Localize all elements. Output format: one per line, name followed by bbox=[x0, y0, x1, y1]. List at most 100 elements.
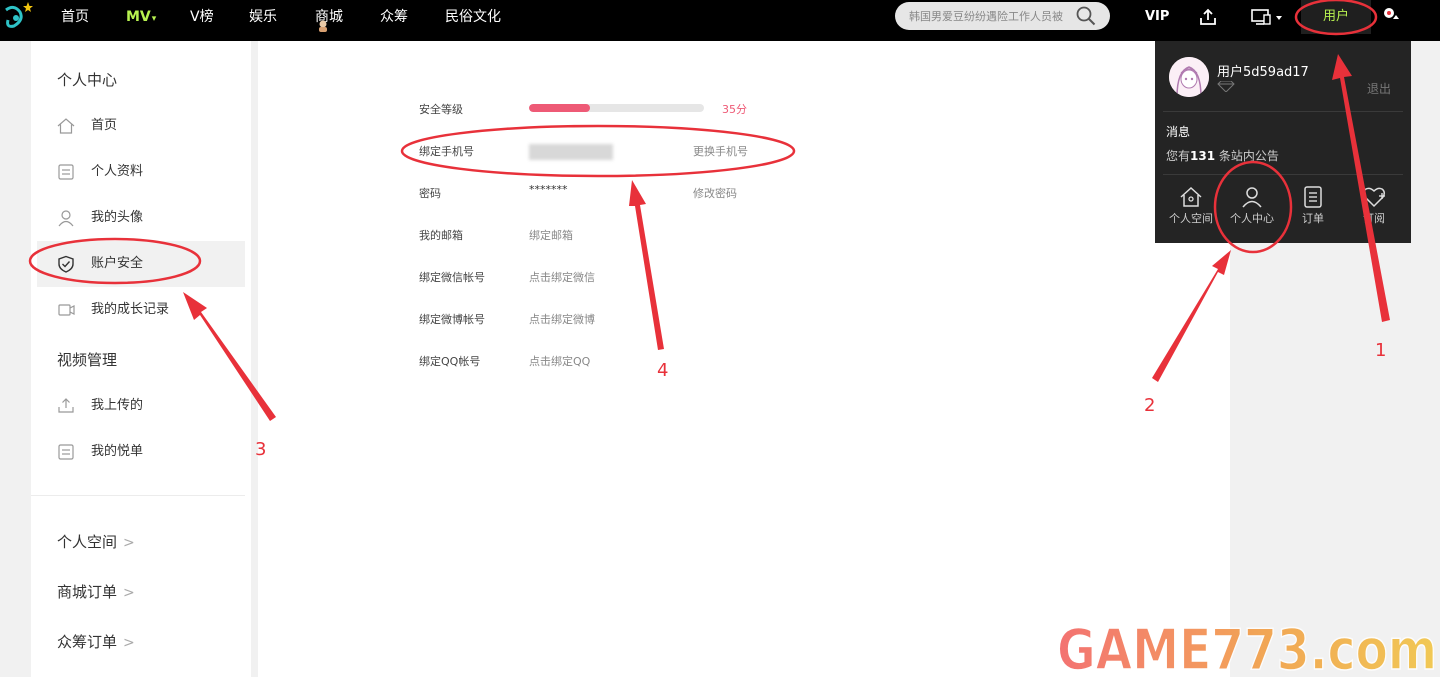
nav-crowdfunding-label: 众筹 bbox=[380, 9, 408, 25]
vip-button[interactable]: VIP bbox=[1145, 0, 1169, 34]
sidebar-item-label: 个人资料 bbox=[91, 164, 144, 179]
sidebar-item-label: 我的成长记录 bbox=[91, 302, 170, 317]
annotation-number-2: 2 bbox=[1144, 395, 1156, 416]
notification-icon[interactable] bbox=[1380, 4, 1402, 26]
sidebar-link-mall-orders[interactable]: 商城订单 > bbox=[57, 581, 135, 602]
sidebar-item-my-uploads[interactable]: 我上传的 bbox=[37, 383, 245, 429]
bind-qq-link[interactable]: 点击绑定QQ bbox=[529, 353, 590, 369]
security-level-bar bbox=[529, 104, 704, 112]
sidebar-item-my-playlists[interactable]: 我的悦单 bbox=[37, 429, 245, 475]
chevron-right-icon: > bbox=[123, 535, 135, 551]
panel-orders-button[interactable]: 订单 bbox=[1283, 183, 1343, 233]
avatar-icon bbox=[58, 210, 74, 227]
nav-folk-culture[interactable]: 民俗文化 bbox=[445, 0, 501, 34]
search-icon[interactable] bbox=[1075, 5, 1097, 27]
left-sidebar: 个人中心 首页 个人资料 我的头像 账户安全 我的成长记录 视频管理 我上传的 … bbox=[31, 41, 251, 677]
sidebar-item-label: 首页 bbox=[91, 118, 118, 133]
sidebar-item-account-security[interactable]: 账户安全 bbox=[37, 241, 245, 287]
avatar[interactable] bbox=[1169, 57, 1209, 97]
change-phone-link[interactable]: 更换手机号 bbox=[693, 143, 748, 159]
home-icon bbox=[57, 118, 75, 134]
nav-vchart-label: V榜 bbox=[190, 9, 214, 25]
email-label: 我的邮箱 bbox=[419, 229, 463, 242]
nav-home[interactable]: 首页 bbox=[61, 0, 89, 34]
sidebar-link-personal-space[interactable]: 个人空间 > bbox=[57, 531, 135, 552]
security-level-fill bbox=[529, 104, 591, 112]
phone-label: 绑定手机号 bbox=[419, 145, 474, 158]
security-level-label: 安全等级 bbox=[419, 103, 463, 116]
bind-weibo-link[interactable]: 点击绑定微博 bbox=[529, 311, 595, 327]
change-password-link[interactable]: 修改密码 bbox=[693, 185, 737, 201]
panel-personal-center-button[interactable]: 个人中心 bbox=[1222, 183, 1282, 233]
sidebar-divider bbox=[31, 495, 245, 496]
sidebar-item-growth[interactable]: 我的成长记录 bbox=[37, 287, 245, 333]
sidebar-link-label: 个人空间 bbox=[57, 533, 118, 551]
upload-icon[interactable] bbox=[1198, 7, 1218, 27]
password-label: 密码 bbox=[419, 187, 441, 200]
phone-number-masked bbox=[529, 144, 613, 160]
sidebar-link-label: 众筹订单 bbox=[57, 633, 118, 651]
growth-icon bbox=[58, 304, 75, 316]
messages-prefix: 您有 bbox=[1166, 149, 1191, 163]
panel-button-label: 个人中心 bbox=[1230, 212, 1274, 225]
nav-mv-label: MV bbox=[126, 9, 151, 25]
sidebar-item-label: 我的头像 bbox=[91, 210, 144, 225]
panel-divider bbox=[1163, 174, 1403, 175]
wechat-label: 绑定微信帐号 bbox=[419, 271, 485, 284]
sidebar-item-label: 我上传的 bbox=[91, 398, 144, 413]
username: 用户5d59ad17 bbox=[1217, 65, 1309, 80]
nav-entertainment[interactable]: 娱乐 bbox=[249, 0, 277, 34]
sidebar-item-home[interactable]: 首页 bbox=[37, 103, 245, 149]
home-icon bbox=[1180, 186, 1202, 207]
site-announcements-link[interactable]: 您有131 条站内公告 bbox=[1166, 147, 1279, 164]
mall-badge-icon bbox=[319, 20, 327, 32]
order-icon bbox=[1304, 186, 1322, 208]
nav-crowdfunding[interactable]: 众筹 bbox=[380, 0, 408, 34]
nav-mv[interactable]: MV▾ bbox=[126, 0, 156, 34]
device-icon[interactable] bbox=[1250, 7, 1286, 27]
svg-text:GAME773.com: GAME773.com bbox=[1057, 618, 1437, 677]
subscribe-icon bbox=[1362, 187, 1386, 208]
nav-folk-culture-label: 民俗文化 bbox=[445, 9, 501, 25]
sidebar-link-crowdfunding-orders[interactable]: 众筹订单 > bbox=[57, 631, 135, 652]
nav-home-label: 首页 bbox=[61, 9, 89, 25]
chevron-right-icon: > bbox=[123, 635, 135, 651]
profile-icon bbox=[58, 164, 74, 180]
chevron-down-icon: ▾ bbox=[151, 14, 157, 24]
sidebar-item-avatar[interactable]: 我的头像 bbox=[37, 195, 245, 241]
upload-icon bbox=[58, 398, 74, 413]
search-box bbox=[895, 2, 1110, 30]
site-logo-icon[interactable] bbox=[0, 0, 36, 36]
chevron-right-icon: > bbox=[123, 585, 135, 601]
panel-button-label: 订阅 bbox=[1363, 212, 1385, 225]
messages-suffix: 条站内公告 bbox=[1215, 149, 1279, 163]
vip-diamond-icon bbox=[1217, 81, 1235, 92]
account-security-panel: 安全等级 35分 绑定手机号 更换手机号 密码 ******* 修改密码 我的邮… bbox=[258, 41, 1230, 677]
sidebar-item-label: 我的悦单 bbox=[91, 444, 144, 459]
panel-personal-space-button[interactable]: 个人空间 bbox=[1161, 183, 1221, 233]
security-level-score: 35分 bbox=[722, 103, 747, 116]
sidebar-item-label: 账户安全 bbox=[91, 256, 144, 271]
search-input[interactable] bbox=[909, 2, 1079, 30]
video-management-heading: 视频管理 bbox=[57, 351, 118, 369]
logout-button[interactable]: 退出 bbox=[1367, 80, 1391, 97]
messages-title: 消息 bbox=[1166, 125, 1191, 139]
user-icon bbox=[1242, 187, 1262, 208]
password-value: ******* bbox=[529, 183, 568, 196]
watermark-logo: GAME773.com bbox=[1056, 617, 1438, 677]
bind-wechat-link[interactable]: 点击绑定微信 bbox=[529, 269, 595, 285]
nav-vchart[interactable]: V榜 bbox=[190, 0, 214, 34]
panel-button-label: 个人空间 bbox=[1169, 212, 1213, 225]
playlist-icon bbox=[58, 444, 74, 460]
nav-entertainment-label: 娱乐 bbox=[249, 9, 277, 25]
vip-label: VIP bbox=[1145, 9, 1170, 24]
panel-subscribe-button[interactable]: 订阅 bbox=[1344, 183, 1404, 233]
user-menu-button[interactable]: 用户 bbox=[1301, 0, 1371, 34]
bind-email-link[interactable]: 绑定邮箱 bbox=[529, 227, 573, 243]
shield-icon bbox=[58, 255, 74, 273]
qq-label: 绑定QQ帐号 bbox=[419, 355, 481, 368]
panel-button-label: 订单 bbox=[1302, 212, 1324, 225]
annotation-number-4: 4 bbox=[657, 360, 669, 381]
sidebar-item-profile[interactable]: 个人资料 bbox=[37, 149, 245, 195]
top-navigation-bar: 首页 MV▾ V榜 娱乐 商城 众筹 民俗文化 VIP 用户 bbox=[0, 0, 1440, 41]
